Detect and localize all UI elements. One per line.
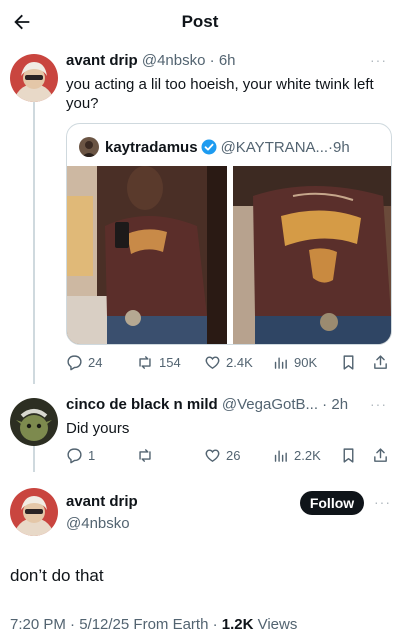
more-options-icon[interactable]: ··· (374, 494, 391, 510)
share-button[interactable] (372, 351, 394, 373)
heart-icon (205, 448, 220, 462)
heart-icon (205, 355, 220, 369)
reply-button[interactable]: 1 (66, 444, 95, 466)
thread-line (33, 102, 35, 384)
author-line: avant drip @4nbsko · 6h (66, 52, 236, 69)
share-icon (374, 354, 387, 369)
author-line: cinco de black n mild @VegaGotB... · 2h (66, 396, 349, 413)
action-bar: 24 154 2.4K 90K (66, 351, 392, 373)
bookmark-button[interactable] (340, 351, 362, 373)
action-bar: 1 26 2.2K (66, 444, 392, 466)
bookmark-button[interactable] (340, 444, 362, 466)
views-count: 90K (294, 354, 318, 370)
views-button[interactable]: 2.2K (272, 444, 321, 466)
more-options-icon[interactable]: ··· (370, 396, 387, 412)
avatar[interactable] (10, 398, 58, 446)
verified-badge-icon (201, 139, 217, 155)
like-count: 2.4K (226, 354, 253, 370)
post-metadata: 7:20 PM · 5/12/25 From Earth · 1.2K View… (10, 616, 297, 633)
repost-button[interactable]: 154 (136, 351, 181, 373)
author-handle[interactable]: @4nbsko (66, 515, 130, 532)
author-name[interactable]: cinco de black n mild (66, 396, 218, 413)
avatar[interactable] (10, 488, 58, 536)
author-handle[interactable]: @VegaGotB... (222, 396, 318, 413)
repost-button[interactable] (136, 444, 159, 466)
post-text: don’t do that (10, 566, 104, 585)
author-handle[interactable]: @4nbsko (142, 52, 206, 69)
quoted-post-card[interactable]: kaytradamus @KAYTRANA... · 9h (66, 123, 392, 345)
reply-count: 1 (88, 447, 96, 463)
header-bar: Post (0, 0, 400, 44)
quote-time: 9h (333, 138, 350, 156)
reply-icon (67, 447, 82, 463)
reply-button[interactable]: 24 (66, 351, 102, 373)
post-time[interactable]: 2h (331, 396, 348, 413)
thread-line (33, 446, 35, 472)
reply-icon (67, 354, 82, 370)
quote-photo-2[interactable] (233, 166, 391, 344)
share-icon (374, 447, 387, 462)
quote-author-line: kaytradamus @KAYTRANA... · 9h (79, 136, 350, 158)
repost-icon (139, 448, 151, 462)
reply-count: 24 (88, 354, 103, 370)
bookmark-icon (343, 447, 354, 463)
follow-button[interactable]: Follow (300, 491, 364, 515)
author-name[interactable]: avant drip (66, 52, 138, 69)
repost-count: 154 (159, 354, 181, 370)
share-button[interactable] (372, 444, 394, 466)
quote-author-name: kaytradamus (105, 138, 198, 156)
page-title: Post (181, 12, 219, 31)
tweet-text: Did yours (66, 420, 130, 437)
bookmark-icon (343, 354, 354, 370)
post-timestamp[interactable]: 7:20 PM · 5/12/25 From Earth · (10, 616, 222, 633)
avatar[interactable] (10, 54, 58, 102)
views-count: 2.2K (294, 447, 321, 463)
post-views-count: 1.2K (221, 616, 254, 633)
views-icon (274, 357, 287, 369)
like-button[interactable]: 2.4K (204, 351, 253, 373)
like-button[interactable]: 26 (204, 444, 240, 466)
views-button[interactable]: 90K (272, 351, 317, 373)
repost-icon (139, 355, 151, 369)
like-count: 26 (226, 447, 241, 463)
quote-author-handle: @KAYTRANA... (220, 138, 329, 156)
views-icon (274, 450, 287, 462)
author-name[interactable]: avant drip (66, 493, 138, 510)
quote-avatar (79, 137, 99, 157)
quote-photo-1[interactable] (67, 166, 227, 344)
post-views-label: Views (253, 616, 298, 633)
tweet-text: you acting a lil too hoeish, your white … (66, 76, 374, 112)
post-time[interactable]: 6h (219, 52, 236, 69)
more-options-icon[interactable]: ··· (370, 52, 387, 68)
